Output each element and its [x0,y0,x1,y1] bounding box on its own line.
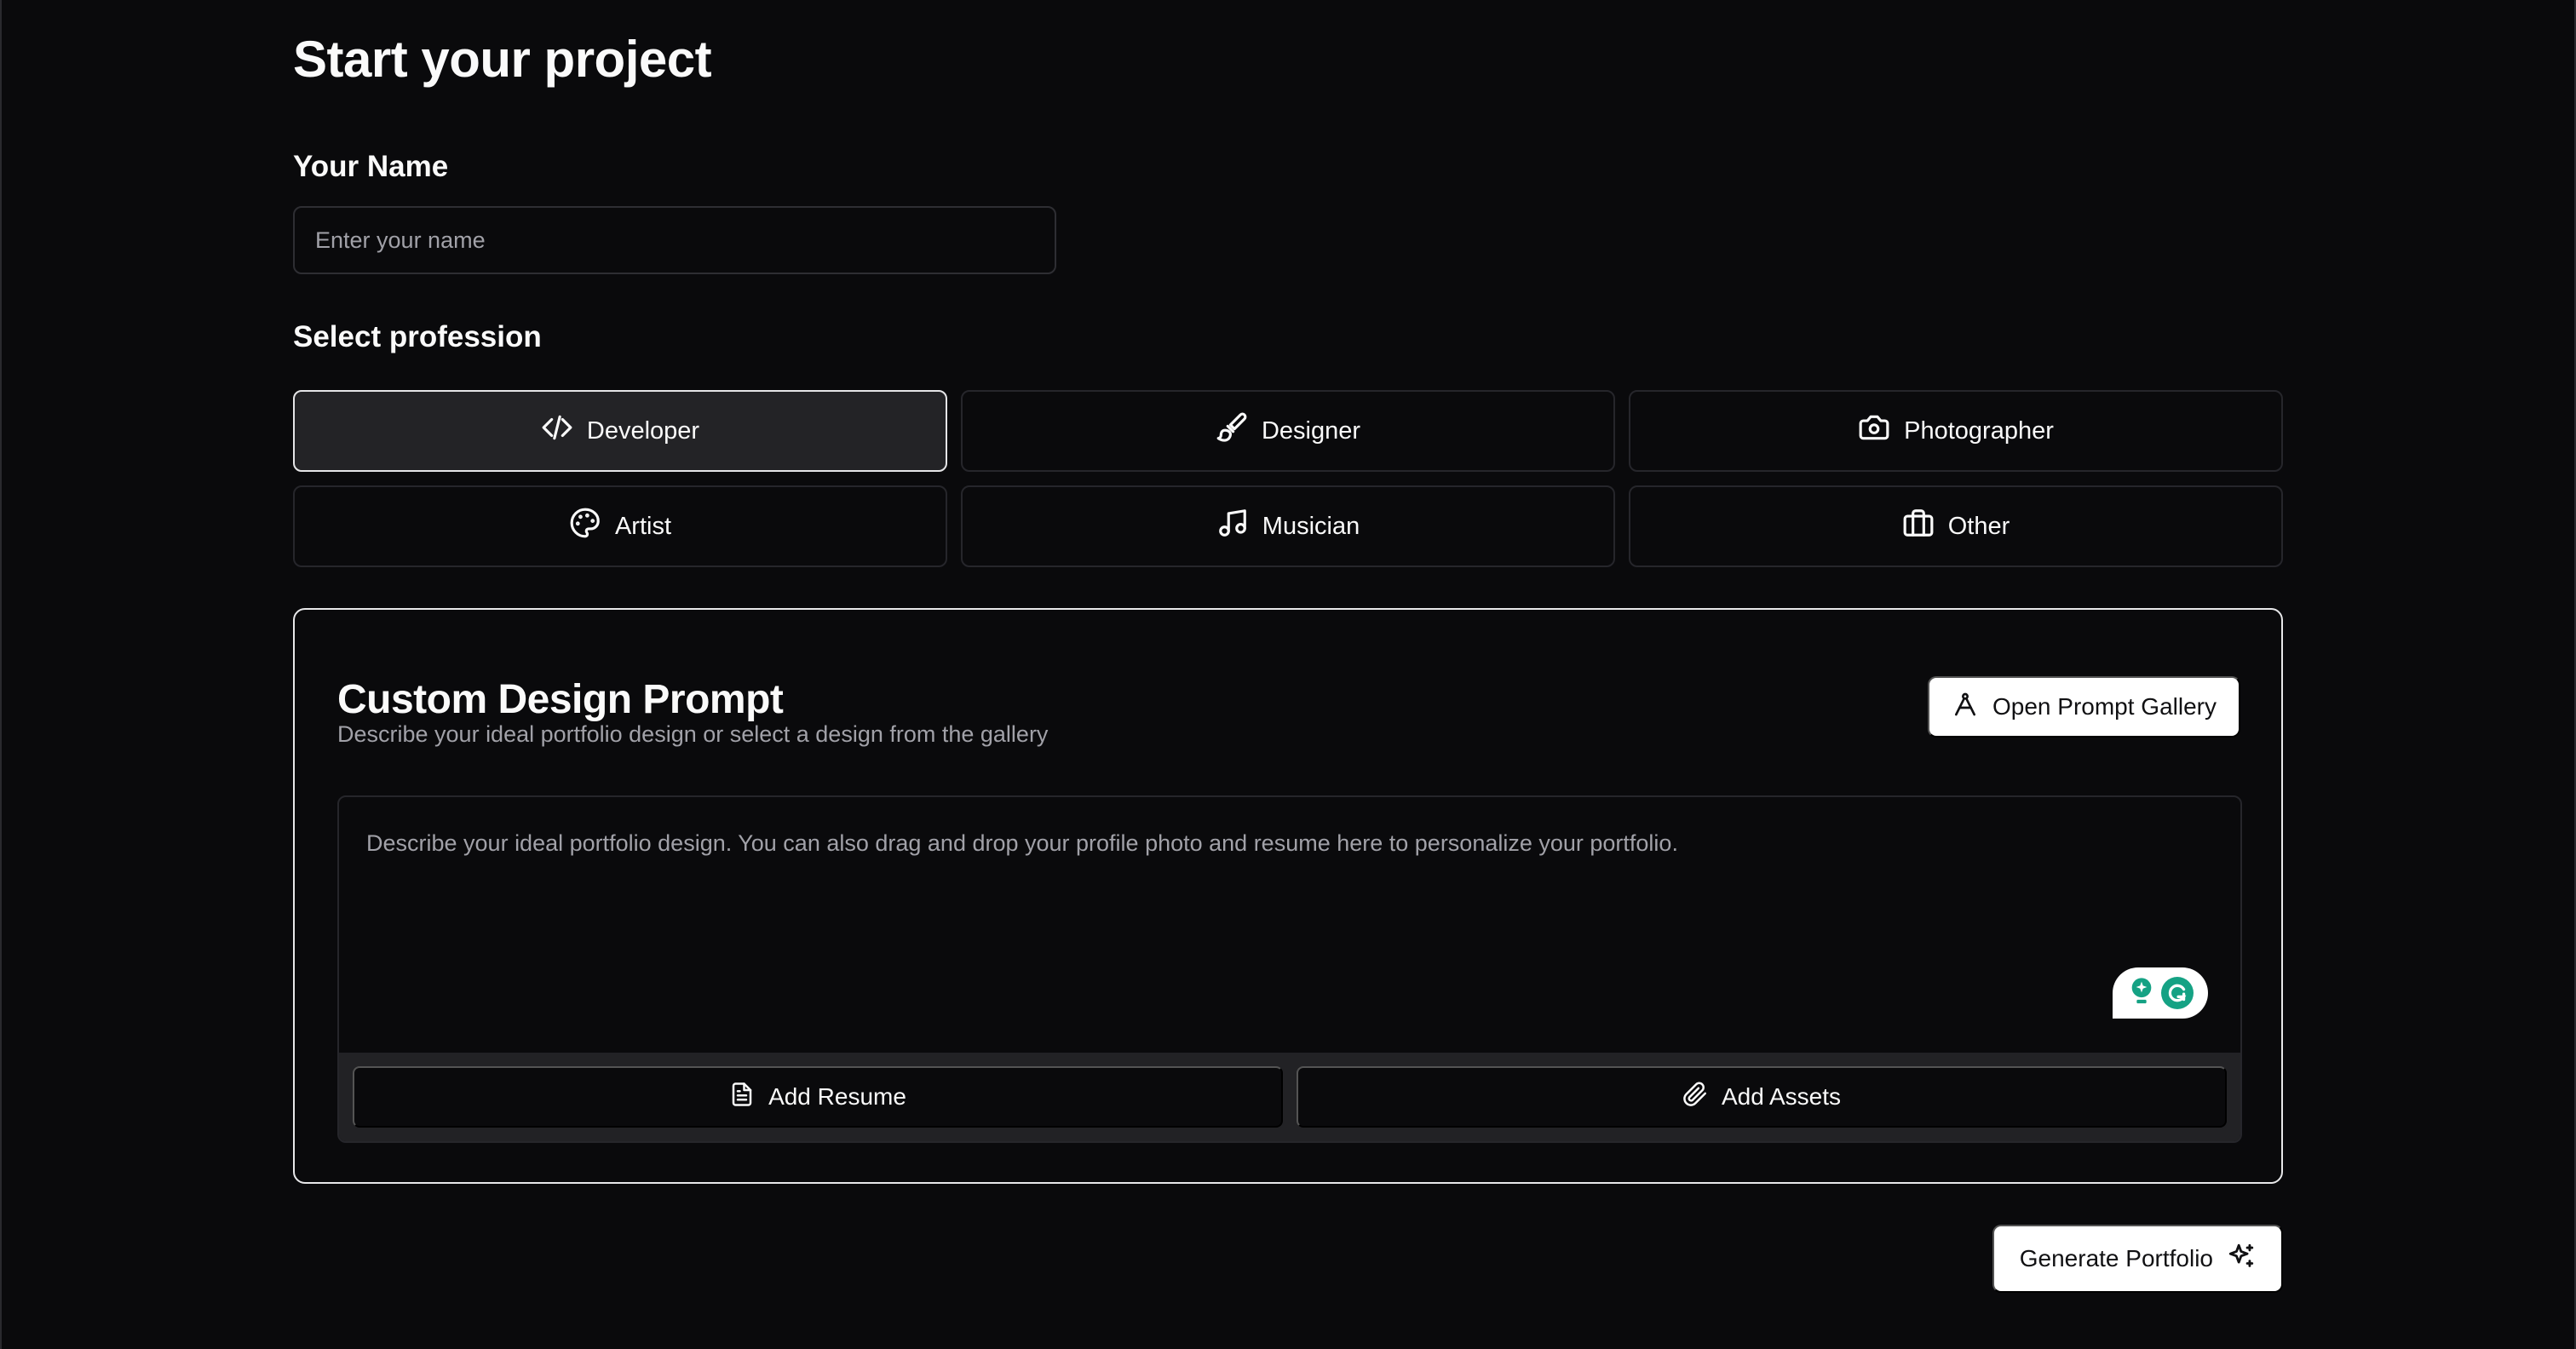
profession-musician-button[interactable]: Musician [961,485,1615,567]
add-assets-button[interactable]: Add Assets [1297,1066,2227,1128]
name-label: Your Name [293,150,449,183]
profession-label-designer: Designer [1261,416,1361,445]
camera-icon [1858,411,1890,451]
profession-grid: Developer Designer Photographer Artist M… [293,390,2283,567]
frame-border-left [0,0,2,1349]
profession-other-button[interactable]: Other [1629,485,2283,567]
paperclip-icon [1682,1082,1708,1113]
gallery-button-label: Open Prompt Gallery [1992,693,2217,720]
music-note-icon [1216,507,1249,546]
grammarly-widget[interactable] [2113,967,2208,1019]
profession-label: Select profession [293,320,542,353]
prompt-textarea-container: Add Resume Add Assets [337,795,2242,1143]
sparkles-icon [2227,1242,2256,1277]
add-assets-label: Add Assets [1721,1083,1842,1110]
generate-portfolio-button[interactable]: Generate Portfolio [1992,1225,2283,1293]
profession-label-developer: Developer [586,416,700,445]
prompt-textarea[interactable] [339,797,2240,1053]
briefcase-icon [1902,507,1935,546]
profession-label-artist: Artist [614,512,672,540]
name-input[interactable] [293,206,1056,274]
card-title: Custom Design Prompt [337,677,784,722]
file-text-icon [729,1082,755,1113]
attachment-bar: Add Resume Add Assets [339,1053,2240,1141]
profession-label-other: Other [1947,512,2010,540]
add-resume-label: Add Resume [768,1083,906,1110]
add-resume-button[interactable]: Add Resume [353,1066,1283,1128]
paintbrush-icon [1216,411,1248,451]
profession-label-photographer: Photographer [1904,416,2054,445]
lightbulb-icon [2127,975,2156,1012]
profession-photographer-button[interactable]: Photographer [1629,390,2283,472]
custom-prompt-card: Custom Design Prompt Describe your ideal… [293,608,2283,1184]
code-icon [541,411,573,451]
pen-tool-icon [1952,691,1979,724]
card-subtitle: Describe your ideal portfolio design or … [337,721,1049,747]
profession-developer-button[interactable]: Developer [293,390,947,472]
profession-label-musician: Musician [1262,512,1360,540]
grammarly-icon [2161,977,2194,1009]
page-title: Start your project [293,31,712,88]
generate-button-label: Generate Portfolio [2019,1245,2213,1272]
palette-icon [569,507,601,546]
page: Start your project Your Name Select prof… [0,0,2576,1349]
profession-artist-button[interactable]: Artist [293,485,947,567]
profession-designer-button[interactable]: Designer [961,390,1615,472]
open-prompt-gallery-button[interactable]: Open Prompt Gallery [1928,676,2240,738]
